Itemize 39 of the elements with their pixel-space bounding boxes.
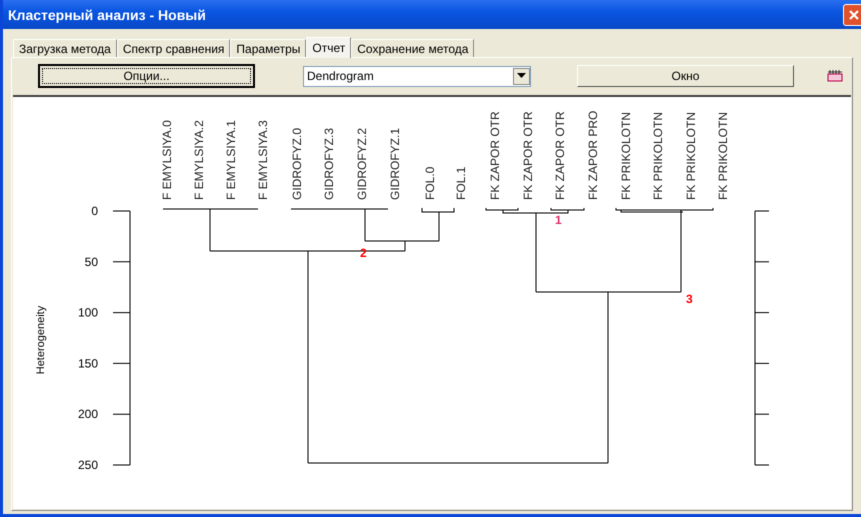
leaf-label: FK ZAPOR OTR <box>488 111 502 200</box>
cluster-number: 1 <box>555 213 562 227</box>
leaf-label: GIDROFYZ.0 <box>290 128 304 200</box>
axis-label: Heterogeneity <box>35 306 47 374</box>
tab[interactable]: Отчет <box>306 37 352 58</box>
tab[interactable]: Спектр сравнения <box>116 39 230 57</box>
tick-label: 150 <box>78 356 98 370</box>
tick-label: 200 <box>78 407 98 422</box>
close-button[interactable] <box>843 4 861 26</box>
leaf-label: GIDROFYZ.2 <box>355 128 369 200</box>
tick-label: 50 <box>84 254 98 269</box>
view-dropdown[interactable]: Dendrogram <box>303 66 531 86</box>
tab[interactable]: Загрузка метода <box>13 39 117 57</box>
leaf-label: FK PRIKOLOTN <box>619 112 633 200</box>
leaf-label: FOL.1 <box>454 166 468 200</box>
window-title: Кластерный анализ - Новый <box>8 6 207 22</box>
tick-label: 100 <box>78 306 98 320</box>
cluster-number: 3 <box>686 292 693 306</box>
leaf-label: F EMYLSIYA.3 <box>256 120 270 200</box>
leaf-label: F EMYLSIYA.0 <box>160 120 174 200</box>
leaf-label: F EMYLSIYA.1 <box>224 120 238 200</box>
leaf-label: GIDROFYZ.1 <box>388 128 402 200</box>
leaf-label: FK ZAPOR PRO <box>586 110 600 200</box>
window-button[interactable]: Окно <box>577 65 794 87</box>
printer-icon[interactable] <box>827 70 843 82</box>
leaf-label: FK ZAPOR OTR <box>521 111 535 200</box>
tab[interactable]: Сохранение метода <box>351 39 474 57</box>
leaf-label: FK ZAPOR OTR <box>553 111 567 200</box>
tick-label: 250 <box>78 458 98 472</box>
tick-label: 0 <box>91 204 98 218</box>
close-icon <box>848 8 860 20</box>
leaf-label: FK PRIKOLOTN <box>716 112 730 200</box>
tab[interactable]: Параметры <box>230 39 306 57</box>
leaf-label: F EMYLSIYA.2 <box>192 120 206 200</box>
leaf-label: FOL.0 <box>423 166 437 200</box>
leaf-label: FK PRIKOLOTN <box>684 112 698 200</box>
leaf-label: GIDROFYZ.3 <box>322 128 336 200</box>
options-button[interactable]: Опции... <box>38 64 255 88</box>
leaf-label: FK PRIKOLOTN <box>651 112 665 200</box>
